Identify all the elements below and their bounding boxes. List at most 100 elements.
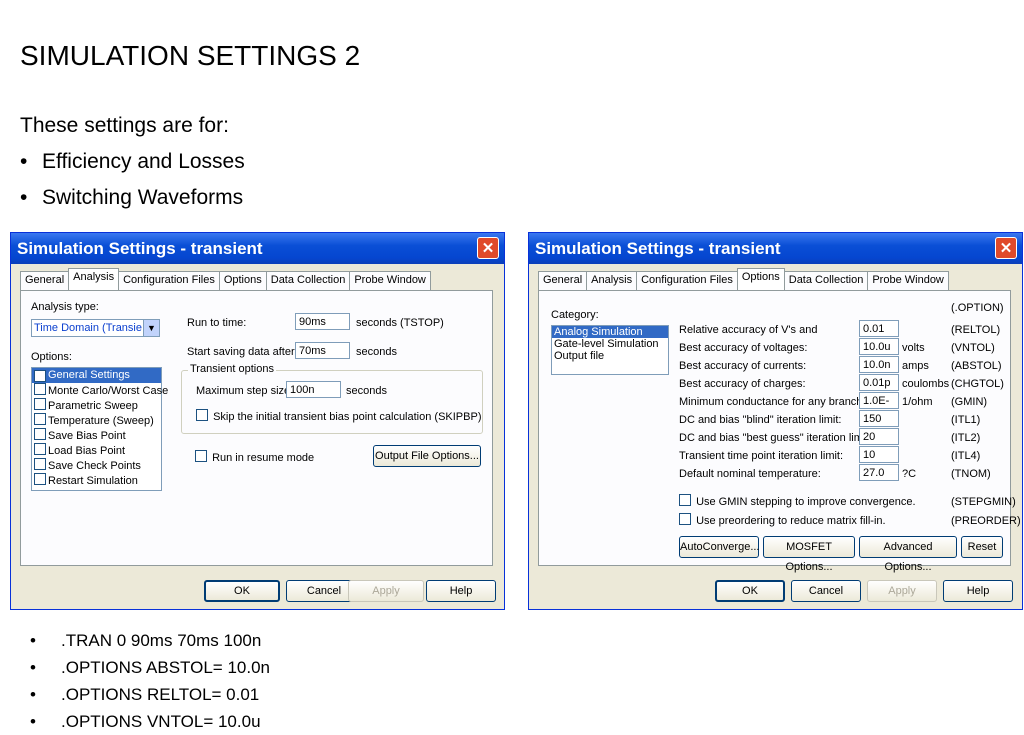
- tnom-unit: ?C: [902, 468, 917, 480]
- tab-configuration-files[interactable]: Configuration Files: [118, 271, 220, 290]
- option-load-bias-point[interactable]: Load Bias Point: [32, 443, 161, 458]
- checkbox-icon[interactable]: [34, 428, 46, 440]
- analysis-type-label: Analysis type:: [31, 301, 99, 313]
- dialog-client: General Analysis Configuration Files Opt…: [532, 264, 1021, 606]
- gmin-input[interactable]: 1.0E-12: [859, 392, 899, 424]
- option-restart-simulation[interactable]: Restart Simulation: [32, 473, 161, 488]
- tab-data-collection[interactable]: Data Collection: [783, 271, 869, 290]
- reltol-label: Relative accuracy of V's and: [679, 324, 818, 336]
- apply-button[interactable]: Apply: [867, 580, 937, 602]
- itl1-code: (ITL1): [951, 414, 981, 426]
- dialog-titlebar[interactable]: Simulation Settings - transient ✕: [11, 233, 504, 264]
- option-save-bias-point[interactable]: Save Bias Point: [32, 428, 161, 443]
- close-icon[interactable]: ✕: [477, 237, 499, 259]
- close-icon[interactable]: ✕: [995, 237, 1017, 259]
- option-parametric-sweep[interactable]: Parametric Sweep: [32, 398, 161, 413]
- tab-analysis[interactable]: Analysis: [68, 268, 120, 290]
- analysis-type-select[interactable]: Time Domain (Transient) ▼: [31, 319, 160, 337]
- itl4-input[interactable]: 10: [859, 446, 899, 463]
- dialog-title: Simulation Settings - transient: [17, 239, 263, 258]
- autoconverge-button[interactable]: AutoConverge...: [679, 536, 760, 558]
- itl2-input[interactable]: 20: [859, 428, 899, 445]
- tab-options[interactable]: Options: [736, 268, 785, 290]
- apply-button[interactable]: Apply: [348, 580, 424, 602]
- tnom-code: (TNOM): [951, 468, 991, 480]
- transient-options-label: Transient options: [188, 363, 276, 375]
- option-header: (.OPTION): [951, 302, 1004, 314]
- tab-data-collection[interactable]: Data Collection: [265, 271, 351, 290]
- itl4-code: (ITL4): [951, 450, 981, 462]
- option-monte-carlo[interactable]: Monte Carlo/Worst Case: [32, 383, 168, 398]
- help-button[interactable]: Help: [943, 580, 1013, 602]
- option-temperature-sweep[interactable]: Temperature (Sweep): [32, 413, 161, 428]
- run-to-time-label: Run to time:: [187, 317, 247, 329]
- tab-configuration-files[interactable]: Configuration Files: [636, 271, 738, 290]
- tab-options[interactable]: Options: [218, 271, 267, 290]
- checkbox-icon[interactable]: [34, 383, 46, 395]
- itl1-label: DC and bias "blind" iteration limit:: [679, 414, 842, 426]
- abstol-input[interactable]: 10.0n: [859, 356, 899, 373]
- spice-command: .TRAN 0 90ms 70ms 100n: [30, 627, 270, 654]
- checkbox-icon[interactable]: [195, 450, 207, 462]
- checkbox-icon[interactable]: [34, 458, 46, 470]
- reset-button[interactable]: Reset: [961, 536, 1003, 558]
- dialog-client: General Analysis Configuration Files Opt…: [14, 264, 501, 606]
- checkbox-icon[interactable]: [196, 409, 208, 421]
- checkbox-checked-icon[interactable]: ✓: [34, 370, 46, 382]
- cancel-button[interactable]: Cancel: [791, 580, 861, 602]
- ok-button[interactable]: OK: [715, 580, 785, 602]
- tab-strip: General Analysis Configuration Files Opt…: [538, 268, 949, 290]
- preordering-option[interactable]: Use preordering to reduce matrix fill-in…: [679, 513, 886, 527]
- start-saving-label: Start saving data after:: [187, 346, 298, 358]
- checkbox-icon[interactable]: [679, 513, 691, 525]
- gmin-label: Minimum conductance for any branch:: [679, 396, 866, 408]
- run-to-time-input[interactable]: 90ms: [295, 313, 350, 330]
- category-gate-level-simulation[interactable]: Gate-level Simulation: [552, 338, 668, 350]
- dialog-titlebar[interactable]: Simulation Settings - transient ✕: [529, 233, 1022, 264]
- vntol-input[interactable]: 10.0u: [859, 338, 899, 355]
- tab-general[interactable]: General: [20, 271, 70, 290]
- resume-mode-option[interactable]: Run in resume mode: [195, 450, 314, 464]
- tab-strip: General Analysis Configuration Files Opt…: [20, 268, 431, 290]
- options-list[interactable]: ✓ General Settings Monte Carlo/Worst Case…: [31, 367, 168, 491]
- help-button[interactable]: Help: [426, 580, 496, 602]
- preorder-code: (PREORDER): [951, 515, 1021, 527]
- itl2-label: DC and bias "best guess" iteration limit…: [679, 432, 872, 444]
- checkbox-icon[interactable]: [34, 473, 46, 485]
- reltol-input[interactable]: 0.01: [859, 320, 899, 337]
- vntol-label: Best accuracy of voltages:: [679, 342, 808, 354]
- chgtol-unit: coulombs: [902, 378, 950, 390]
- analysis-type-value: Time Domain (Transient): [34, 322, 142, 334]
- slide-title: SIMULATION SETTINGS 2: [20, 40, 361, 71]
- itl1-input[interactable]: 150: [859, 410, 899, 427]
- itl4-label: Transient time point iteration limit:: [679, 450, 844, 462]
- max-step-input[interactable]: 100n: [286, 381, 341, 398]
- start-saving-input[interactable]: 70ms: [295, 342, 350, 359]
- category-output-file[interactable]: Output file: [552, 350, 668, 362]
- options-label: Options:: [31, 351, 72, 363]
- skip-bias-option[interactable]: Skip the initial transient bias point ca…: [196, 409, 481, 423]
- tab-probe-window[interactable]: Probe Window: [867, 271, 949, 290]
- tab-probe-window[interactable]: Probe Window: [349, 271, 431, 290]
- checkbox-icon[interactable]: [679, 494, 691, 506]
- advanced-options-button[interactable]: Advanced Options...: [859, 536, 957, 573]
- analysis-panel: Analysis type: Time Domain (Transient) ▼…: [20, 290, 493, 566]
- tab-analysis[interactable]: Analysis: [586, 271, 638, 290]
- tnom-input[interactable]: 27.0: [859, 464, 899, 481]
- chevron-down-icon[interactable]: ▼: [143, 320, 159, 336]
- ok-button[interactable]: OK: [204, 580, 280, 602]
- category-list[interactable]: Analog Simulation Gate-level Simulation …: [551, 325, 669, 375]
- chgtol-input[interactable]: 0.01p: [859, 374, 899, 391]
- tab-general[interactable]: General: [538, 271, 588, 290]
- start-saving-unit: seconds: [356, 346, 397, 358]
- checkbox-icon[interactable]: [34, 443, 46, 455]
- output-file-options-button[interactable]: Output File Options...: [373, 445, 481, 467]
- option-general-settings[interactable]: ✓ General Settings: [32, 368, 161, 383]
- mosfet-options-button[interactable]: MOSFET Options...: [763, 536, 855, 573]
- category-analog-simulation[interactable]: Analog Simulation: [552, 326, 668, 338]
- gmin-stepping-option[interactable]: Use GMIN stepping to improve convergence…: [679, 494, 916, 508]
- checkbox-icon[interactable]: [34, 398, 46, 410]
- abstol-label: Best accuracy of currents:: [679, 360, 807, 372]
- option-save-check-points[interactable]: Save Check Points: [32, 458, 161, 473]
- checkbox-icon[interactable]: [34, 413, 46, 425]
